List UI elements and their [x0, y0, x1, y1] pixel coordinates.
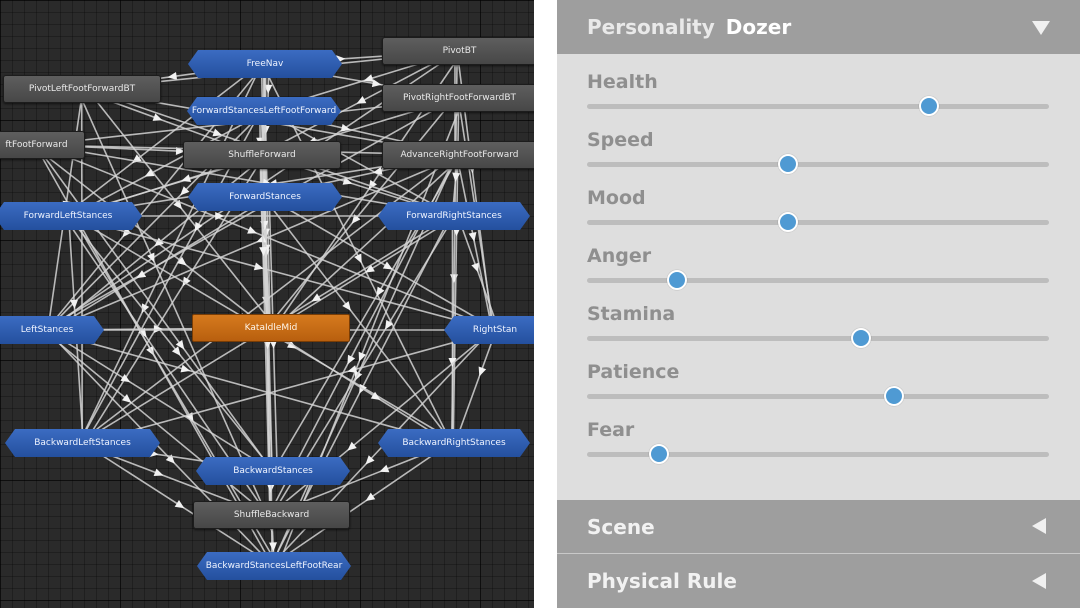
transition-arrow-icon	[450, 274, 459, 284]
slider-label: Mood	[587, 187, 646, 209]
slider-mood: Mood	[587, 187, 1049, 245]
slider-stamina: Stamina	[587, 303, 1049, 361]
transition-arrow-icon	[379, 464, 390, 473]
physical-rule-title: Physical Rule	[587, 569, 737, 593]
slider-track[interactable]	[587, 212, 1049, 232]
slider-thumb[interactable]	[850, 328, 871, 348]
slider-label: Health	[587, 71, 658, 93]
slider-label: Anger	[587, 245, 652, 267]
state-node-pivotrightfootforwardbt[interactable]: PivotRightFootForwardBT	[382, 84, 534, 112]
state-node-backwardrightstances[interactable]: BackwardRightStances	[378, 429, 530, 457]
slider-track[interactable]	[587, 270, 1049, 290]
transition-line[interactable]	[42, 329, 451, 444]
state-node-rightstances[interactable]: RightStan	[444, 316, 534, 344]
state-node-forwardstancesleftfootforward[interactable]: ForwardStancesLeftFootForward	[187, 97, 341, 125]
scene-title: Scene	[587, 514, 655, 539]
transition-arrow-icon	[365, 492, 376, 502]
state-node-advancerightfootforward[interactable]: AdvanceRightFootForward	[382, 141, 534, 169]
triangle-down-icon[interactable]	[1032, 21, 1050, 35]
slider-patience: Patience	[587, 361, 1049, 419]
transition-arrow-icon	[181, 174, 192, 183]
panel-divider	[534, 0, 557, 608]
triangle-left-icon[interactable]	[1032, 518, 1046, 534]
slider-track[interactable]	[587, 444, 1049, 464]
slider-label: Patience	[587, 361, 680, 383]
transition-arrow-icon	[354, 253, 362, 264]
slider-thumb[interactable]	[667, 270, 688, 290]
slider-speed: Speed	[587, 129, 1049, 187]
state-node-leftfootforward[interactable]: ftFootForward	[0, 131, 85, 159]
state-node-kataidlemid[interactable]: KataIdleMid	[192, 314, 350, 342]
state-node-forwardstances[interactable]: ForwardStances	[188, 183, 342, 211]
slider-thumb[interactable]	[648, 444, 669, 464]
scene-header[interactable]: Scene	[557, 500, 1080, 553]
state-node-leftstances[interactable]: LeftStances	[0, 316, 104, 344]
transition-arrow-icon	[347, 354, 356, 365]
slider-track[interactable]	[587, 96, 1049, 116]
state-node-forwardrightstances[interactable]: ForwardRightStances	[378, 202, 530, 230]
transition-arrow-icon	[269, 542, 278, 552]
animator-graph[interactable]: FreeNav PivotBT PivotLeftFootForwardBT Forw…	[0, 0, 534, 608]
physical-rule-header[interactable]: Physical Rule	[557, 554, 1080, 608]
slider-fear: Fear	[587, 419, 1049, 477]
state-node-backwardleftstances[interactable]: BackwardLeftStances	[5, 429, 160, 457]
transition-arrow-icon	[247, 226, 257, 234]
slider-track[interactable]	[587, 386, 1049, 406]
slider-thumb[interactable]	[918, 96, 939, 116]
state-node-shufflebackward[interactable]: ShuffleBackward	[193, 501, 350, 529]
transition-arrow-icon	[478, 366, 487, 377]
triangle-left-icon[interactable]	[1032, 573, 1046, 589]
slider-thumb[interactable]	[884, 386, 905, 406]
state-node-freenav[interactable]: FreeNav	[188, 50, 342, 78]
transition-arrow-icon	[452, 172, 461, 182]
slider-thumb[interactable]	[777, 212, 798, 232]
transition-line[interactable]	[268, 329, 494, 516]
slider-anger: Anger	[587, 245, 1049, 303]
state-node-backwardstances[interactable]: BackwardStances	[196, 457, 350, 485]
slider-label: Speed	[587, 129, 654, 151]
state-node-forwardleftstances[interactable]: ForwardLeftStances	[0, 202, 142, 230]
personality-value: Dozer	[725, 15, 792, 39]
settings-panel: Personality Dozer Health Speed Mood Ange…	[557, 0, 1080, 608]
state-node-backwardstancesleftfootrear[interactable]: BackwardStancesLeftFootRear	[197, 552, 351, 580]
slider-label: Stamina	[587, 303, 676, 325]
transition-arrow-icon	[356, 96, 367, 104]
state-node-pivotleftfootforwardbt[interactable]: PivotLeftFootForwardBT	[3, 75, 161, 103]
personality-header[interactable]: Personality Dozer	[557, 0, 1080, 54]
transition-arrow-icon	[153, 468, 164, 477]
slider-label: Fear	[587, 419, 635, 441]
slider-track[interactable]	[587, 328, 1049, 348]
state-node-pivotbt[interactable]: PivotBT	[382, 37, 534, 65]
transition-arrow-icon	[174, 500, 185, 509]
state-node-shuffleforward[interactable]: ShuffleForward	[183, 141, 341, 169]
personality-title: Personality	[587, 15, 715, 39]
slider-thumb[interactable]	[777, 154, 798, 174]
slider-track[interactable]	[587, 154, 1049, 174]
transition-arrow-icon	[136, 270, 147, 279]
transition-line[interactable]	[274, 154, 465, 329]
slider-health: Health	[587, 71, 1049, 129]
transition-arrow-icon	[144, 168, 155, 177]
